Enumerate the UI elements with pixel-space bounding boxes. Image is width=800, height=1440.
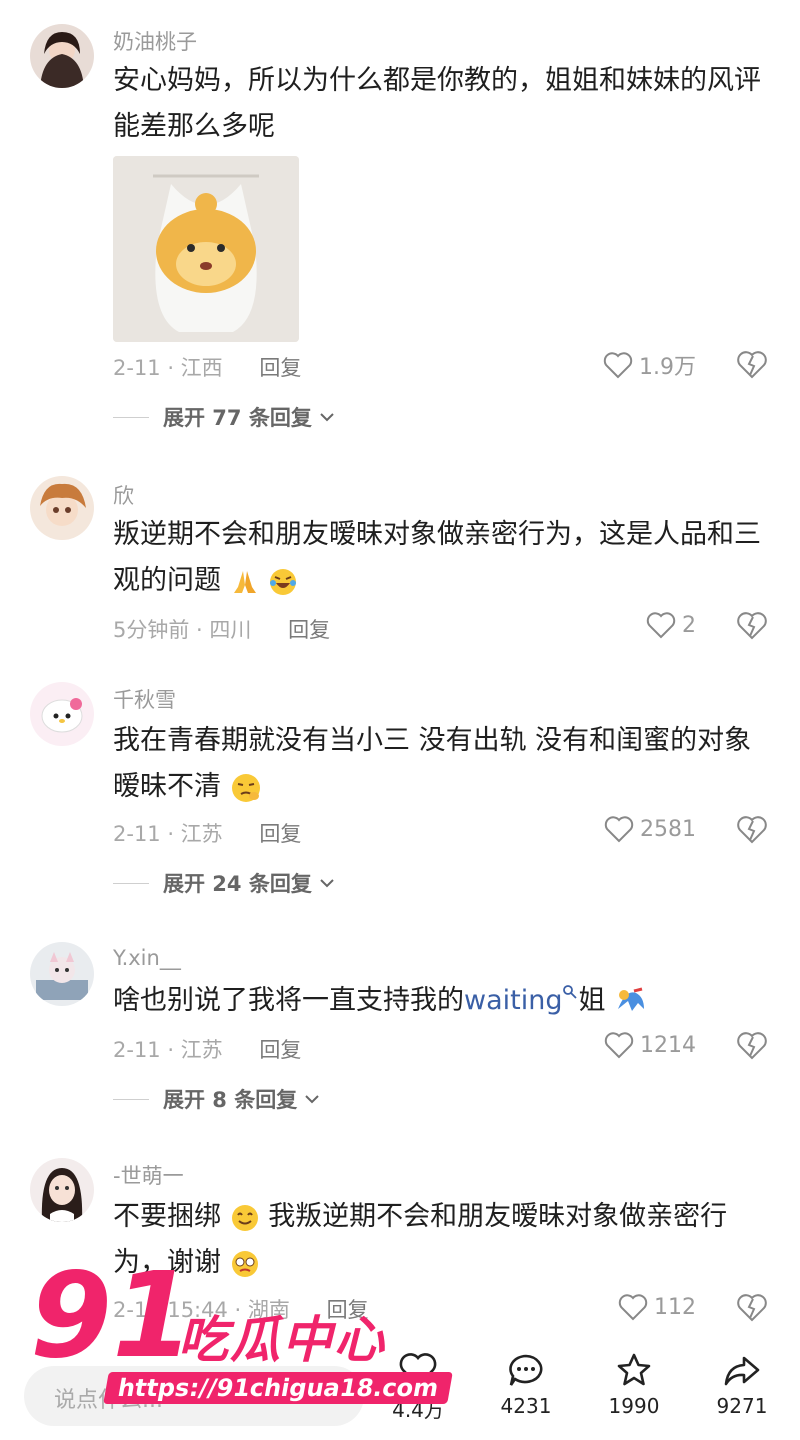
heart-icon bbox=[604, 1032, 634, 1059]
like-count: 2 bbox=[682, 612, 696, 638]
comment-text: 啥也别说了我将一直支持我的waiting 姐 bbox=[113, 978, 773, 1024]
like-count: 112 bbox=[654, 1294, 696, 1320]
avatar-image bbox=[30, 942, 94, 1006]
divider-line bbox=[113, 882, 149, 884]
dislike-icon[interactable] bbox=[736, 1292, 768, 1324]
comment-text-before: 啥也别说了我将一直支持我的 bbox=[113, 985, 464, 1016]
comment-text: 叛逆期不会和朋友暧昧对象做亲密行为，这是人品和三观的问题 bbox=[113, 512, 773, 604]
plush-toy-image bbox=[113, 156, 299, 342]
reply-button[interactable]: 回复 bbox=[259, 822, 301, 846]
username[interactable]: 千秋雪 bbox=[113, 684, 176, 714]
comment-text-content: 我在青春期就没有当小三 没有出轨 没有和闺蜜的对象暧昧不清 bbox=[113, 725, 752, 802]
comment-text: 我在青春期就没有当小三 没有出轨 没有和闺蜜的对象暧昧不清 bbox=[113, 718, 773, 810]
user-avatar[interactable] bbox=[30, 942, 94, 1006]
comment-bubble-icon bbox=[509, 1354, 543, 1386]
comment-meta: 2-11 · 江西 回复 bbox=[113, 352, 301, 382]
expand-replies-button[interactable]: 展开 8 条回复 bbox=[113, 1084, 321, 1114]
chevron-down-icon bbox=[320, 413, 334, 422]
dislike-icon[interactable] bbox=[736, 814, 768, 846]
dancing-emoji-icon bbox=[618, 987, 645, 1011]
like-post-count: 4.4万 bbox=[392, 1398, 444, 1422]
avatar-image bbox=[30, 1158, 94, 1222]
comment-image[interactable] bbox=[113, 156, 299, 342]
user-avatar[interactable] bbox=[30, 24, 94, 88]
username[interactable]: Y.xin__ bbox=[113, 946, 181, 970]
thinking-emoji-icon bbox=[231, 773, 260, 802]
expand-label: 展开 24 条回复 bbox=[163, 872, 312, 896]
chevron-down-icon bbox=[320, 879, 334, 888]
like-button[interactable]: 2 bbox=[646, 611, 696, 639]
divider-line bbox=[113, 416, 149, 418]
date-location: 2-11 · 江苏 bbox=[113, 1038, 223, 1062]
username[interactable]: 奶油桃子 bbox=[113, 26, 197, 56]
comment-post-button[interactable]: 4231 bbox=[486, 1352, 566, 1418]
divider-line bbox=[113, 1098, 149, 1100]
expand-replies-button[interactable]: 展开 24 条回复 bbox=[113, 868, 336, 898]
date-location: 2-11 15:44 · 湖南 bbox=[113, 1298, 290, 1322]
comment-text: 不要捆绑 我叛逆期不会和朋友暧昧对象做亲密行为，谢谢 bbox=[113, 1194, 773, 1286]
like-button[interactable]: 1.9万 bbox=[603, 349, 696, 381]
favorite-button[interactable]: 1990 bbox=[594, 1352, 674, 1418]
expand-replies-button[interactable]: 展开 77 条回复 bbox=[113, 402, 336, 432]
share-button[interactable]: 9271 bbox=[702, 1352, 782, 1418]
like-count: 1214 bbox=[640, 1032, 696, 1058]
like-post-button[interactable]: 4.4万 bbox=[378, 1352, 458, 1423]
heart-icon bbox=[604, 816, 634, 843]
share-arrow-icon bbox=[724, 1356, 760, 1386]
comment-meta: 2-11 · 江苏 回复 bbox=[113, 818, 301, 848]
expand-label: 展开 8 条回复 bbox=[163, 1088, 298, 1112]
heart-icon bbox=[618, 1294, 648, 1321]
smiling-emoji-icon bbox=[231, 1204, 258, 1231]
like-button[interactable]: 2581 bbox=[604, 815, 696, 843]
user-avatar[interactable] bbox=[30, 1158, 94, 1222]
date-location: 2-11 · 江西 bbox=[113, 356, 223, 380]
bottom-action-bar: 说点什么... 4.4万 4231 1990 9271 bbox=[0, 1340, 800, 1440]
reply-button[interactable]: 回复 bbox=[259, 1038, 301, 1062]
like-button[interactable]: 1214 bbox=[604, 1031, 696, 1059]
reply-button[interactable]: 回复 bbox=[288, 618, 330, 642]
dislike-icon[interactable] bbox=[736, 1030, 768, 1062]
like-count: 1.9万 bbox=[639, 355, 696, 380]
comment-meta: 2-11 15:44 · 湖南 回复 bbox=[113, 1294, 369, 1324]
reply-button[interactable]: 回复 bbox=[259, 356, 301, 380]
comment-post-count: 4231 bbox=[500, 1394, 552, 1418]
user-avatar[interactable] bbox=[30, 682, 94, 746]
chevron-down-icon bbox=[305, 1095, 319, 1104]
dislike-icon[interactable] bbox=[736, 610, 768, 642]
favorite-count: 1990 bbox=[608, 1394, 660, 1418]
like-button[interactable]: 112 bbox=[618, 1293, 696, 1321]
heart-icon bbox=[399, 1353, 437, 1387]
avatar-image bbox=[30, 476, 94, 540]
reply-button[interactable]: 回复 bbox=[327, 1298, 369, 1322]
comment-meta: 2-11 · 江苏 回复 bbox=[113, 1034, 301, 1064]
comment-text-after: 姐 bbox=[578, 985, 606, 1016]
dislike-icon[interactable] bbox=[736, 349, 768, 381]
comment-text-content: 叛逆期不会和朋友暧昧对象做亲密行为，这是人品和三观的问题 bbox=[113, 519, 761, 596]
heart-icon bbox=[603, 352, 633, 379]
username[interactable]: 欣 bbox=[113, 480, 134, 510]
dizzy-face-emoji-icon bbox=[231, 1250, 258, 1277]
search-link[interactable]: waiting bbox=[464, 985, 562, 1016]
comment-text: 安心妈妈，所以为什么都是你教的，姐姐和妹妹的风评能差那么多呢 bbox=[113, 65, 761, 142]
share-count: 9271 bbox=[716, 1394, 768, 1418]
username[interactable]: -世萌一 bbox=[113, 1160, 184, 1190]
expand-label: 展开 77 条回复 bbox=[163, 406, 312, 430]
like-count: 2581 bbox=[640, 816, 696, 842]
search-icon[interactable] bbox=[562, 984, 578, 1000]
pray-emoji-icon bbox=[233, 570, 256, 593]
comment-text-before: 不要捆绑 bbox=[113, 1201, 221, 1232]
heart-icon bbox=[646, 612, 676, 639]
date-location: 2-11 · 江苏 bbox=[113, 822, 223, 846]
date-location: 5分钟前 · 四川 bbox=[113, 618, 252, 642]
avatar-image bbox=[30, 682, 94, 746]
laughing-crying-emoji-icon bbox=[270, 568, 297, 595]
avatar-image bbox=[30, 24, 94, 88]
user-avatar[interactable] bbox=[30, 476, 94, 540]
comment-meta: 5分钟前 · 四川 回复 bbox=[113, 614, 330, 644]
comment-input[interactable]: 说点什么... bbox=[24, 1366, 364, 1426]
star-icon bbox=[617, 1353, 651, 1386]
comment-input-placeholder: 说点什么... bbox=[54, 1388, 163, 1413]
